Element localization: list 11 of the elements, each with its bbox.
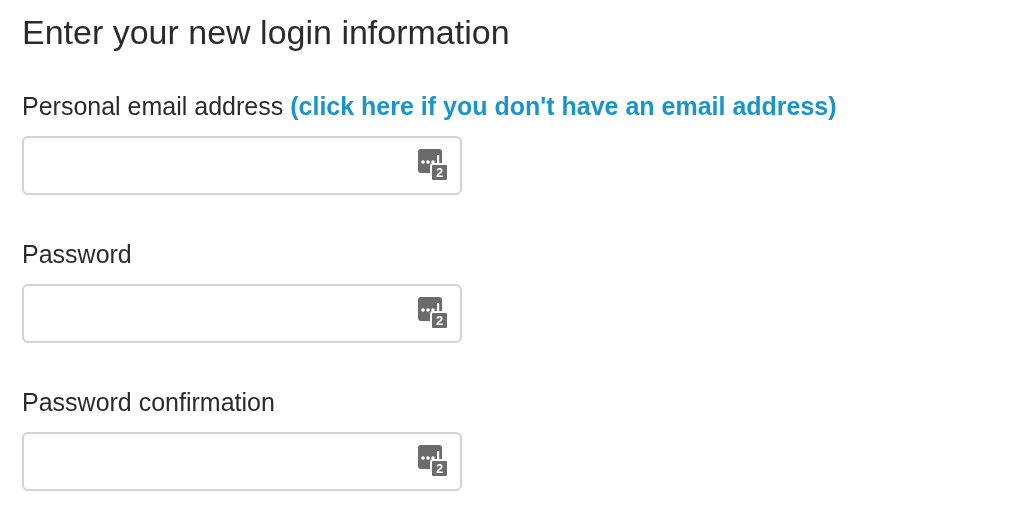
badge-count: 2 (430, 310, 449, 330)
badge-count: 2 (430, 458, 449, 478)
field-label: Password confirmation (22, 387, 276, 418)
badge-count: 2 (430, 162, 449, 182)
input-field[interactable]: 2 (22, 432, 462, 491)
input-field[interactable]: 2 (22, 136, 462, 195)
page-title: Enter your new login information (22, 12, 511, 53)
no-email-link[interactable]: (click here if you don't have an email address) (290, 92, 837, 120)
field-label: Password (22, 239, 133, 270)
input-field[interactable]: 2 (22, 284, 462, 343)
field-label: Personal email address (click here if you don't have an email address) (22, 91, 838, 122)
